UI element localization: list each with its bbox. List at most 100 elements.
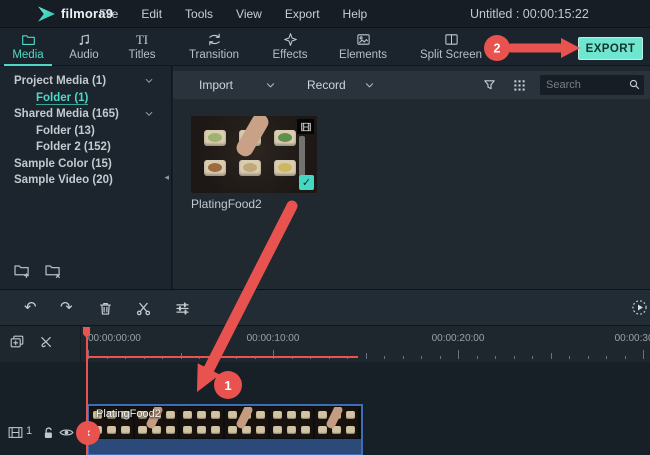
split-scissors-button[interactable] <box>135 300 152 317</box>
tab-split-screen[interactable]: Split Screen <box>406 28 496 66</box>
food-dish <box>239 160 261 176</box>
tab-media[interactable]: Media <box>4 28 52 66</box>
search-box[interactable] <box>540 75 644 95</box>
sidebar-item-label: Shared Media (165) <box>14 108 119 120</box>
track-number: 1 <box>26 425 33 437</box>
grid-view-icon[interactable] <box>512 77 527 92</box>
ruler-timecode-label: 00:00:20:00 <box>431 333 485 344</box>
utensil <box>299 136 305 176</box>
tab-elements[interactable]: Elements <box>328 28 398 66</box>
sidebar-item-folder-13[interactable]: Folder (13) <box>0 123 172 140</box>
ruler-tick <box>458 350 459 359</box>
search-icon[interactable] <box>628 78 641 91</box>
media-thumbnail[interactable]: ✓ <box>191 116 317 193</box>
new-folder-button[interactable] <box>13 261 31 279</box>
sidebar-collapse-icon[interactable]: ◂ <box>164 173 169 183</box>
toggle-visibility-eye-icon[interactable] <box>58 424 75 441</box>
ruler-tick <box>550 352 552 359</box>
tab-transition[interactable]: Transition <box>176 28 252 66</box>
food-dish <box>204 160 226 176</box>
ruler-timecode-label: 00:00:30:00 <box>614 333 650 344</box>
main-area: Project Media (1) Folder (1) Shared Media … <box>0 66 650 289</box>
sidebar-item-label: Folder (1) <box>36 91 89 105</box>
record-button[interactable]: Record <box>307 71 346 99</box>
render-preview-button[interactable] <box>631 299 648 316</box>
food-dish <box>274 130 296 146</box>
import-button[interactable]: Import <box>199 71 233 99</box>
timeline-ruler[interactable]: 00:00:00:00 00:00:10:00 00:00:20:00 00:00:3… <box>0 326 650 362</box>
undo-button[interactable]: ↶ <box>24 298 37 316</box>
tab-label: Split Screen <box>419 49 482 61</box>
manage-tracks-button[interactable] <box>9 334 25 350</box>
video-track-icon <box>7 424 24 441</box>
delete-folder-button[interactable] <box>44 261 62 279</box>
tab-audio[interactable]: Audio <box>60 28 108 66</box>
ruler-tick <box>439 355 441 359</box>
tab-effects[interactable]: Effects <box>260 28 320 66</box>
filmstrip-frame <box>225 407 268 438</box>
ruler-tick <box>495 355 496 359</box>
menu-view[interactable]: View <box>236 0 262 28</box>
snap-toggle-icon[interactable] <box>38 334 54 350</box>
sidebar-item-sample-color-15[interactable]: Sample Color (15) <box>0 156 172 173</box>
food-dish <box>318 426 327 434</box>
delete-button[interactable] <box>97 300 114 317</box>
search-input[interactable] <box>546 75 624 95</box>
filter-icon[interactable] <box>482 77 497 92</box>
tab-label: Effects <box>272 49 308 61</box>
clip-trim-handle[interactable]: ‹ <box>76 421 100 445</box>
adjust-settings-button[interactable] <box>174 300 191 317</box>
food-dish <box>287 411 296 419</box>
food-dish <box>256 426 265 434</box>
lock-track-icon[interactable] <box>40 424 57 441</box>
tab-label: Audio <box>69 49 99 61</box>
menu-help[interactable]: Help <box>343 0 368 28</box>
food-dish <box>138 426 147 434</box>
split-screen-icon <box>444 32 459 48</box>
sidebar-items: Project Media (1) Folder (1) Shared Media … <box>0 73 172 189</box>
sidebar-item-folder-1[interactable]: Folder (1) <box>0 90 172 107</box>
sidebar-item-sample-video-20[interactable]: Sample Video (20) <box>0 172 172 189</box>
redo-button[interactable]: ↷ <box>60 298 73 316</box>
food-dish <box>274 160 296 176</box>
food-dish <box>183 426 192 434</box>
menu-tools[interactable]: Tools <box>185 0 213 28</box>
render-progress-line <box>87 356 358 358</box>
record-chevron-down-icon[interactable] <box>364 80 375 91</box>
export-button[interactable]: EXPORT <box>578 37 643 60</box>
food-dish <box>107 426 116 434</box>
filmstrip-frame <box>315 407 358 438</box>
tab-titles[interactable]: TI Titles <box>116 28 168 66</box>
sidebar-item-project-media-1[interactable]: Project Media (1) <box>0 73 172 90</box>
selected-checkbox[interactable]: ✓ <box>299 175 314 190</box>
ruler-tick <box>384 355 385 359</box>
elements-icon <box>356 32 371 48</box>
menu-export[interactable]: Export <box>285 0 320 28</box>
food-dish <box>183 411 192 419</box>
import-chevron-down-icon[interactable] <box>265 80 276 91</box>
chevron-down-icon[interactable] <box>144 109 154 119</box>
food-dish <box>228 411 237 419</box>
food-dish <box>197 411 206 419</box>
food-dish <box>197 426 206 434</box>
timeline-clip[interactable]: PlatingFood2 <box>87 404 363 455</box>
tab-label: Titles <box>128 49 156 61</box>
menu-file[interactable]: File <box>99 0 118 28</box>
sidebar-item-folder-2-152[interactable]: Folder 2 (152) <box>0 139 172 156</box>
food-dish <box>287 426 296 434</box>
food-dish <box>301 411 310 419</box>
chevron-down-icon[interactable] <box>144 76 154 86</box>
food-dish <box>211 426 220 434</box>
food-dish <box>121 426 130 434</box>
playhead-line[interactable] <box>86 337 88 455</box>
clip-audio-track[interactable] <box>89 439 361 454</box>
food-dish <box>228 426 237 434</box>
ruler-tick <box>624 355 626 359</box>
filmora-logo-icon <box>38 6 55 22</box>
food-dish <box>318 411 327 419</box>
tabs: Media Audio TI Titles Transition Effects Eleme… <box>4 28 496 66</box>
tab-label: Media <box>12 49 44 61</box>
media-folder-icon <box>21 32 36 48</box>
sidebar-item-shared-media-165[interactable]: Shared Media (165) <box>0 106 172 123</box>
menu-edit[interactable]: Edit <box>141 0 162 28</box>
